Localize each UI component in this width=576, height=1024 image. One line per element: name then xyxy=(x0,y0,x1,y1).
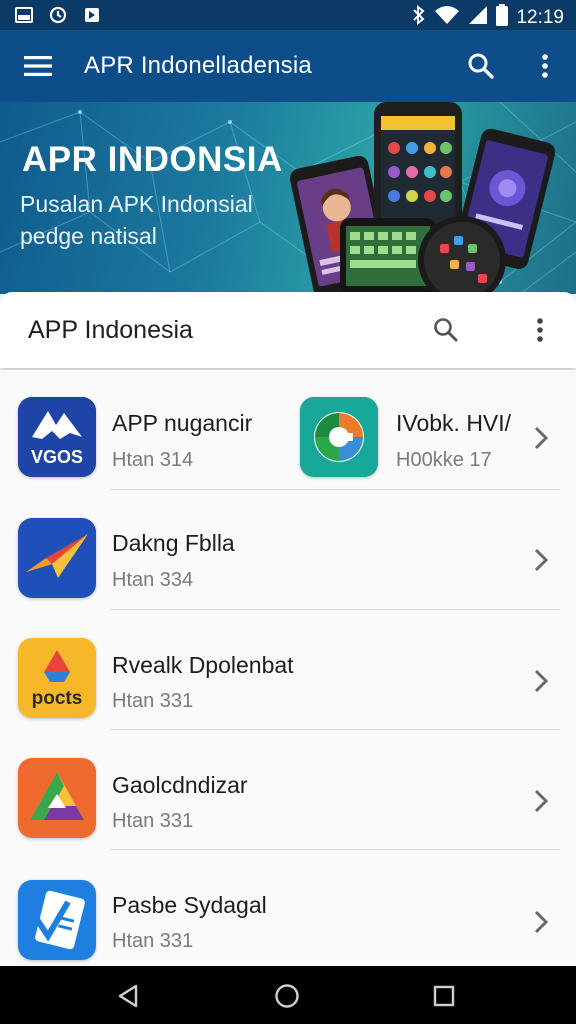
bluetooth-icon xyxy=(412,4,426,30)
app-name: Rvealk Dpolenbat xyxy=(112,652,294,678)
chevron-right-icon[interactable] xyxy=(528,423,554,453)
list-item[interactable]: Gaolcdndizar Htan 331 xyxy=(0,730,576,850)
document-logo-icon xyxy=(18,880,96,960)
phones-illustration xyxy=(290,102,556,294)
banner-subtitle: Pusalan APK Indonsial pedge natisal xyxy=(20,191,253,249)
paper-plane-logo-icon xyxy=(18,518,96,598)
list-item[interactable]: VGOS APP nugancir Htan 314 IVobk. HVI/ H… xyxy=(0,370,576,490)
section-title: APP Indonesia xyxy=(28,316,193,344)
recents-icon xyxy=(433,985,455,1007)
svg-text:VGOS: VGOS xyxy=(31,447,83,467)
app-meta: Htan 331 xyxy=(112,690,194,712)
chevron-right-icon[interactable] xyxy=(528,666,554,696)
home-icon xyxy=(275,984,299,1008)
battery-icon xyxy=(496,4,509,31)
app-icon xyxy=(82,6,102,24)
status-bar: 12:19 xyxy=(0,0,576,30)
app-meta: H00kke 17 xyxy=(396,449,492,471)
app-meta: Htan 334 xyxy=(112,569,194,591)
more-vert-icon xyxy=(542,54,548,78)
triangle-logo-icon xyxy=(18,758,96,838)
section-search-button[interactable] xyxy=(428,312,464,348)
navigation-bar xyxy=(0,966,576,1024)
back-icon xyxy=(118,984,138,1008)
menu-button[interactable] xyxy=(18,48,58,84)
chevron-right-icon[interactable] xyxy=(528,907,554,937)
app-name: Gaolcdndizar xyxy=(112,772,248,798)
gallery-icon xyxy=(14,6,34,24)
list-item[interactable]: pocts Rvealk Dpolenbat Htan 331 xyxy=(0,610,576,730)
vgos-logo-icon: VGOS xyxy=(18,397,96,477)
app-title: APR Indonelladensia xyxy=(84,52,312,79)
app-meta: Htan 314 xyxy=(112,449,194,471)
app-meta: Htan 331 xyxy=(112,930,194,952)
app-meta: Htan 331 xyxy=(112,810,194,832)
recents-button[interactable] xyxy=(426,980,462,1012)
app-name: IVobk. HVI/ xyxy=(396,410,512,436)
app-name: Pasbe Sydagal xyxy=(112,892,267,918)
app-bar: APR Indonelladensia xyxy=(0,30,576,102)
more-vert-icon xyxy=(537,318,543,342)
g-circle-logo-icon xyxy=(300,397,378,477)
pocts-logo-icon: pocts xyxy=(18,638,96,718)
section-header-card: APP Indonesia xyxy=(0,292,576,368)
menu-icon xyxy=(24,56,52,76)
svg-text:pocts: pocts xyxy=(32,688,83,709)
status-time: 12:19 xyxy=(516,6,564,28)
chevron-right-icon[interactable] xyxy=(528,786,554,816)
home-button[interactable] xyxy=(269,980,305,1012)
signal-icon xyxy=(468,5,488,30)
sync-icon xyxy=(48,6,68,24)
app-name: Dakng Fblla xyxy=(112,530,235,556)
back-button[interactable] xyxy=(110,980,146,1012)
chevron-right-icon[interactable] xyxy=(528,545,554,575)
overflow-menu-button[interactable] xyxy=(528,48,562,84)
wifi-icon xyxy=(434,5,460,30)
list-item[interactable]: Dakng Fblla Htan 334 xyxy=(0,490,576,610)
search-button[interactable] xyxy=(462,48,500,84)
section-overflow-button[interactable] xyxy=(524,312,556,348)
list-item[interactable]: Pasbe Sydagal Htan 331 xyxy=(0,850,576,970)
banner-title: APR INDONSIA xyxy=(22,140,283,179)
promo-banner[interactable]: APR INDONSIA Pusalan APK Indonsial pedge… xyxy=(0,102,576,294)
app-list: VGOS APP nugancir Htan 314 IVobk. HVI/ H… xyxy=(0,370,576,966)
search-icon xyxy=(468,53,494,79)
app-name: APP nugancir xyxy=(112,410,253,436)
search-icon xyxy=(434,318,458,342)
